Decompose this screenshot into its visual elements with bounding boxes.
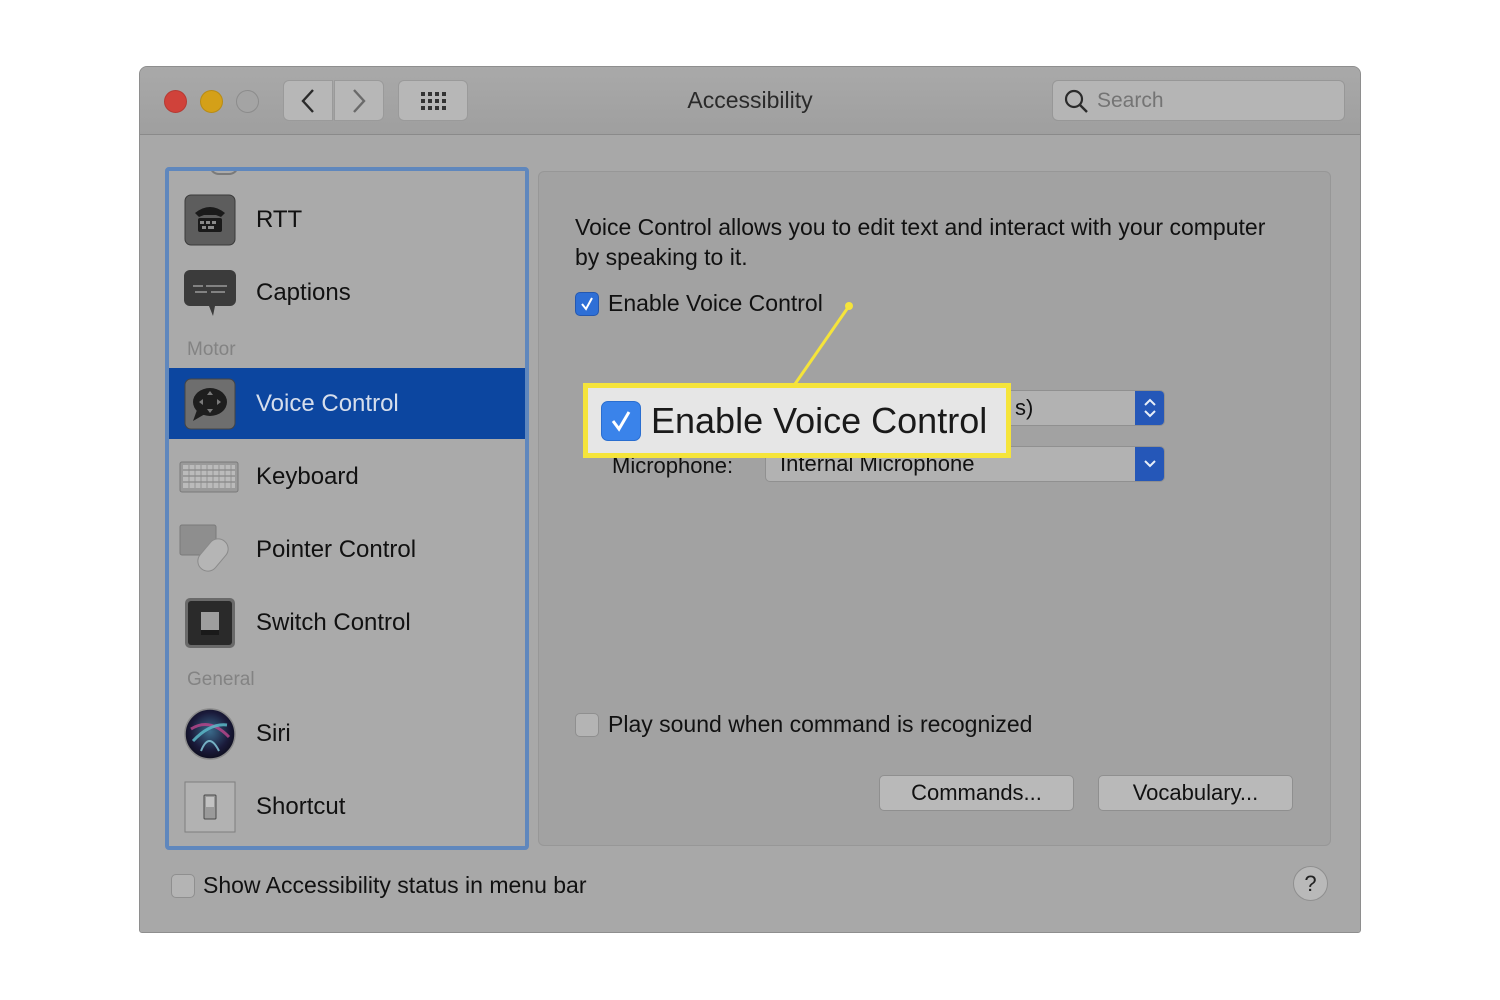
enable-voice-control-checkbox[interactable] xyxy=(575,292,599,316)
sidebar-item-label: Pointer Control xyxy=(256,535,417,563)
sidebar-list[interactable]: RTT Captions Motor Voice Control Keyboar… xyxy=(165,167,529,850)
play-sound-label[interactable]: Play sound when command is recognized xyxy=(608,711,1032,738)
callout-zoom-highlight: Enable Voice Control xyxy=(583,383,1011,458)
siri-icon xyxy=(184,707,236,760)
keyboard-icon xyxy=(179,461,239,492)
sidebar-item-shortcut[interactable]: Shortcut xyxy=(169,771,525,842)
content-area: RTT Captions Motor Voice Control Keyboar… xyxy=(140,136,1360,932)
sidebar-item-label: Captions xyxy=(256,278,351,306)
sidebar-item-siri[interactable]: Siri xyxy=(169,698,525,769)
language-popup-value: s) xyxy=(1015,395,1034,420)
vocabulary-button[interactable]: Vocabulary... xyxy=(1098,775,1293,811)
sidebar-item-switch-control[interactable]: Switch Control xyxy=(169,587,525,658)
sidebar-section-general: General xyxy=(187,669,255,690)
chevron-down-icon xyxy=(1144,460,1156,468)
switch-control-icon xyxy=(185,597,235,648)
callout-label: Enable Voice Control xyxy=(651,399,988,441)
pane-description: Voice Control allows you to edit text an… xyxy=(575,214,1266,270)
sidebar-item-captions[interactable]: Captions xyxy=(169,257,525,328)
help-button[interactable]: ? xyxy=(1293,866,1328,901)
sidebar-item-label: Shortcut xyxy=(256,792,346,820)
title-bar: Accessibility Search xyxy=(140,67,1360,135)
checkmark-icon xyxy=(611,410,631,432)
sidebar-section-motor: Motor xyxy=(187,339,236,360)
microphone-popup-arrow[interactable] xyxy=(1135,447,1164,481)
sidebar-item-label: Keyboard xyxy=(256,462,359,490)
partial-item-icon xyxy=(209,171,239,175)
up-down-chevron-icon xyxy=(1144,398,1156,418)
sidebar-item-rtt[interactable]: RTT xyxy=(169,184,525,255)
enable-voice-control-label[interactable]: Enable Voice Control xyxy=(608,290,823,317)
show-status-label[interactable]: Show Accessibility status in menu bar xyxy=(203,872,587,899)
search-icon xyxy=(1064,89,1088,113)
search-field[interactable]: Search xyxy=(1052,80,1345,121)
captions-icon xyxy=(184,269,236,316)
voice-control-icon xyxy=(184,378,236,429)
checkmark-icon xyxy=(581,297,593,311)
play-sound-checkbox[interactable] xyxy=(575,713,599,737)
rtt-phone-icon xyxy=(184,194,236,245)
language-popup-stepper[interactable] xyxy=(1135,391,1164,425)
commands-button[interactable]: Commands... xyxy=(879,775,1074,811)
sidebar-item-label: RTT xyxy=(256,205,303,233)
sidebar-item-label: Switch Control xyxy=(256,608,411,636)
callout-checkbox xyxy=(601,400,641,441)
sidebar-item-pointer-control[interactable]: Pointer Control xyxy=(169,514,525,585)
shortcut-icon xyxy=(184,781,236,832)
show-status-checkbox[interactable] xyxy=(171,874,195,898)
sidebar-item-voice-control[interactable]: Voice Control xyxy=(169,368,525,439)
sidebar-item-keyboard[interactable]: Keyboard xyxy=(169,441,525,512)
sidebar-item-label: Siri xyxy=(256,719,291,747)
voice-control-pane: Voice Control allows you to edit text an… xyxy=(538,171,1331,846)
search-placeholder: Search xyxy=(1097,88,1164,112)
pointer-control-icon xyxy=(179,524,229,572)
sidebar-item-label: Voice Control xyxy=(256,389,399,417)
system-preferences-window: Accessibility Search RTT Captions Motor … xyxy=(139,66,1361,933)
